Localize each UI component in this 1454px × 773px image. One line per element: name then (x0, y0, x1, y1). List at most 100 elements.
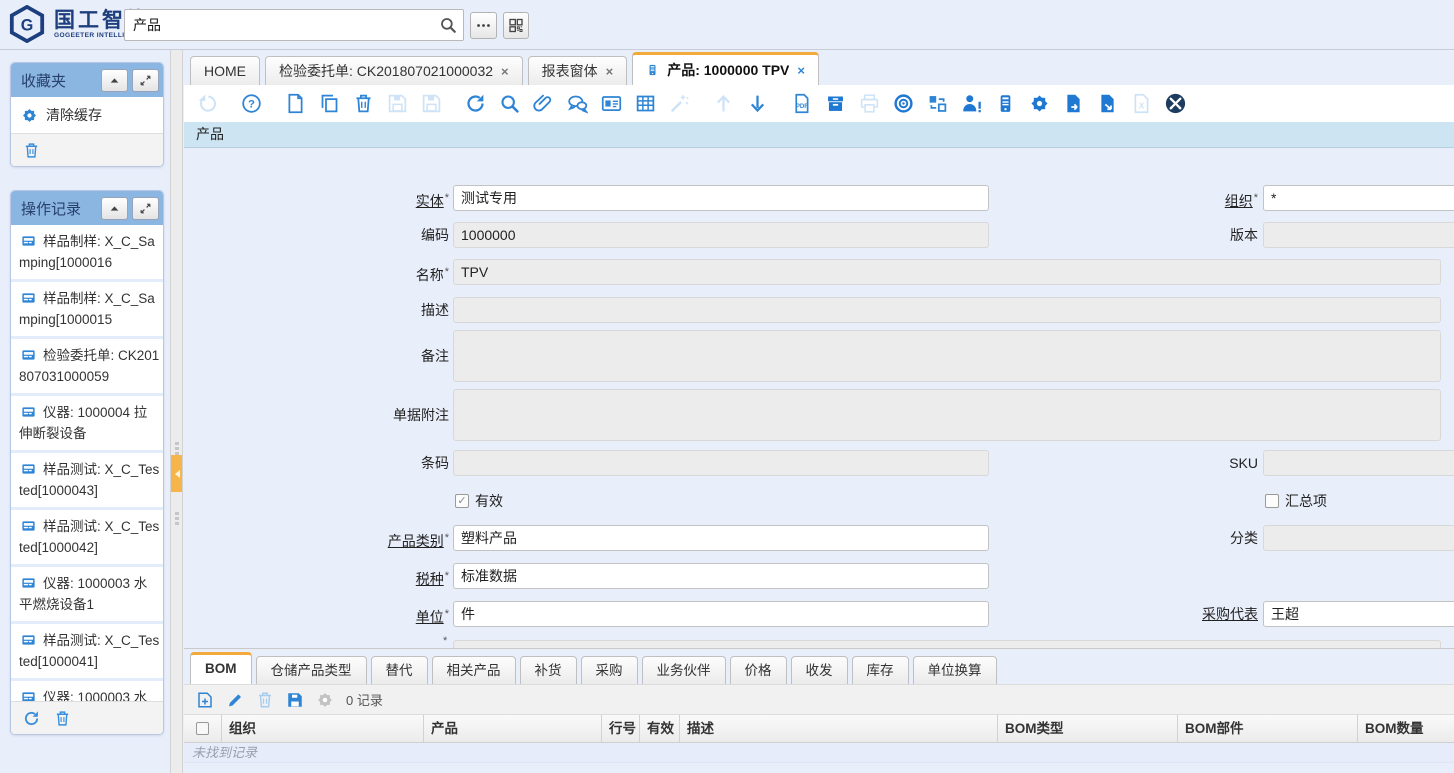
expand-panel-button[interactable] (132, 69, 159, 92)
arrow-left-icon (171, 470, 180, 478)
detail-tab-purchase[interactable]: 采购 (581, 656, 638, 684)
refresh-icon[interactable] (465, 93, 486, 114)
close-tab-icon[interactable]: × (501, 64, 509, 79)
target-icon[interactable] (893, 93, 914, 114)
export-doc-icon[interactable] (1063, 93, 1084, 114)
copy-icon[interactable] (319, 93, 340, 114)
edit-icon[interactable] (226, 691, 244, 709)
history-item[interactable]: 样品制样: X_C_Samping[1000015 (11, 282, 163, 339)
search-icon[interactable] (499, 93, 520, 114)
excel-export-icon (1131, 93, 1152, 114)
arrow-down-icon[interactable] (747, 93, 768, 114)
column-header-8[interactable]: BOM数量 (1358, 715, 1454, 742)
tab-inspection-order[interactable]: 检验委托单: CK201807021000032 × (265, 56, 523, 85)
sidebar-splitter[interactable] (170, 50, 183, 773)
history-item[interactable]: 样品制样: X_C_Samping[1000016 (11, 225, 163, 282)
tab-product[interactable]: 产品: 1000000 TPV× (632, 52, 819, 85)
buyer-label[interactable]: 采购代表 (1118, 601, 1258, 627)
detail-tab-replenishment[interactable]: 补货 (520, 656, 577, 684)
column-header-1[interactable]: 组织 (222, 715, 424, 742)
history-item[interactable]: 检验委托单: CK201807031000059 (11, 339, 163, 396)
detail-tab-bom[interactable]: BOM (190, 652, 252, 684)
delete-icon (256, 691, 274, 709)
category-input[interactable] (453, 525, 989, 551)
column-header-3[interactable]: 行号 (602, 715, 640, 742)
refresh-icon[interactable] (23, 710, 40, 727)
new-doc-icon[interactable] (285, 93, 306, 114)
global-search-input[interactable] (125, 11, 433, 39)
collapse-panel-button[interactable] (101, 197, 128, 220)
history-item[interactable]: 样品测试: X_C_Tested[1000043] (11, 453, 163, 510)
description-input (453, 297, 1441, 323)
buyer-input[interactable] (1263, 601, 1454, 627)
detail-tab-price[interactable]: 价格 (730, 656, 787, 684)
tab-report-window[interactable]: 报表窗体× (528, 56, 628, 85)
history-item[interactable]: 样品测试: X_C_Tested[1000041] (11, 624, 163, 681)
more-options-button[interactable] (470, 12, 497, 39)
detail-tab-unit-conversion[interactable]: 单位换算 (913, 656, 997, 684)
record-count: 0 记录 (346, 690, 383, 709)
trash-icon[interactable] (54, 710, 71, 727)
select-all-checkbox[interactable] (196, 722, 209, 735)
detail-tab-warehouse-product-type[interactable]: 仓储产品类型 (256, 656, 367, 684)
tax-label[interactable]: 税种* (309, 563, 449, 589)
detail-tab-inventory[interactable]: 库存 (852, 656, 909, 684)
expand-panel-button[interactable] (132, 197, 159, 220)
detail-tab-receipt-issue[interactable]: 收发 (791, 656, 848, 684)
apps-grid-button[interactable] (503, 12, 529, 39)
doc-note-label: 单据附注 (309, 402, 449, 428)
org-label[interactable]: 组织* (1118, 185, 1258, 211)
save-icon[interactable] (286, 691, 304, 709)
id-card-icon[interactable] (601, 93, 622, 114)
history-item[interactable]: 仪器: 1000003 水平燃烧设备1 (11, 567, 163, 624)
collapse-sidebar-handle[interactable] (171, 455, 182, 492)
person-alert-icon[interactable] (961, 93, 982, 114)
gear-icon[interactable] (1029, 93, 1050, 114)
detail-tab-substitute[interactable]: 替代 (371, 656, 428, 684)
product-form: 实体* 组织* 编码 版本 名称* 描述 备注 单据附注 条码 SKU ✓ 有效… (184, 149, 1454, 648)
description-label: 描述 (309, 297, 449, 323)
entity-input[interactable] (453, 185, 989, 211)
summary-checkbox[interactable] (1265, 494, 1279, 508)
trash-icon[interactable] (23, 142, 40, 159)
favorite-item-clear-cache[interactable]: 清除缓存 (11, 97, 163, 133)
close-tab-icon[interactable]: × (797, 63, 805, 78)
search-icon[interactable] (433, 10, 463, 40)
save-icon (387, 93, 408, 114)
add-record-icon[interactable] (196, 691, 214, 709)
valid-checkbox[interactable]: ✓ (455, 494, 469, 508)
mobile-device-icon[interactable] (995, 93, 1016, 114)
delete-icon[interactable] (353, 93, 374, 114)
data-grid-icon[interactable] (635, 93, 656, 114)
settings-icon (316, 691, 334, 709)
import-doc-icon[interactable] (1097, 93, 1118, 114)
org-input[interactable] (1263, 185, 1454, 211)
help-icon[interactable] (241, 93, 262, 114)
history-item[interactable]: 样品测试: X_C_Tested[1000042] (11, 510, 163, 567)
entity-label[interactable]: 实体* (309, 185, 449, 211)
unit-input[interactable] (453, 601, 989, 627)
attachment-icon[interactable] (533, 93, 554, 114)
tax-input[interactable] (453, 563, 989, 589)
mobile-device-icon (646, 62, 659, 78)
column-header-7[interactable]: BOM部件 (1178, 715, 1358, 742)
tab-home[interactable]: HOME (190, 56, 260, 85)
collapse-panel-button[interactable] (101, 69, 128, 92)
column-header-5[interactable]: 描述 (680, 715, 998, 742)
column-header-2[interactable]: 产品 (424, 715, 602, 742)
history-item[interactable]: 仪器: 1000003 水平燃烧设备2 (11, 681, 163, 701)
detail-tab-business-partner[interactable]: 业务伙伴 (642, 656, 726, 684)
workflow-icon[interactable] (927, 93, 948, 114)
comments-icon[interactable] (567, 93, 588, 114)
detail-tab-related-products[interactable]: 相关产品 (432, 656, 516, 684)
close-tab-icon[interactable]: × (606, 64, 614, 79)
tab-label: 检验委托单: CK201807021000032 (279, 61, 493, 81)
archive-icon[interactable] (825, 93, 846, 114)
block-user-icon[interactable] (1165, 93, 1186, 114)
column-header-6[interactable]: BOM类型 (998, 715, 1178, 742)
history-item[interactable]: 仪器: 1000004 拉伸断裂设备 (11, 396, 163, 453)
pdf-export-icon[interactable] (791, 93, 812, 114)
category-label[interactable]: 产品类别* (309, 525, 449, 551)
column-header-4[interactable]: 有效 (640, 715, 680, 742)
unit-label[interactable]: 单位* (309, 601, 449, 627)
